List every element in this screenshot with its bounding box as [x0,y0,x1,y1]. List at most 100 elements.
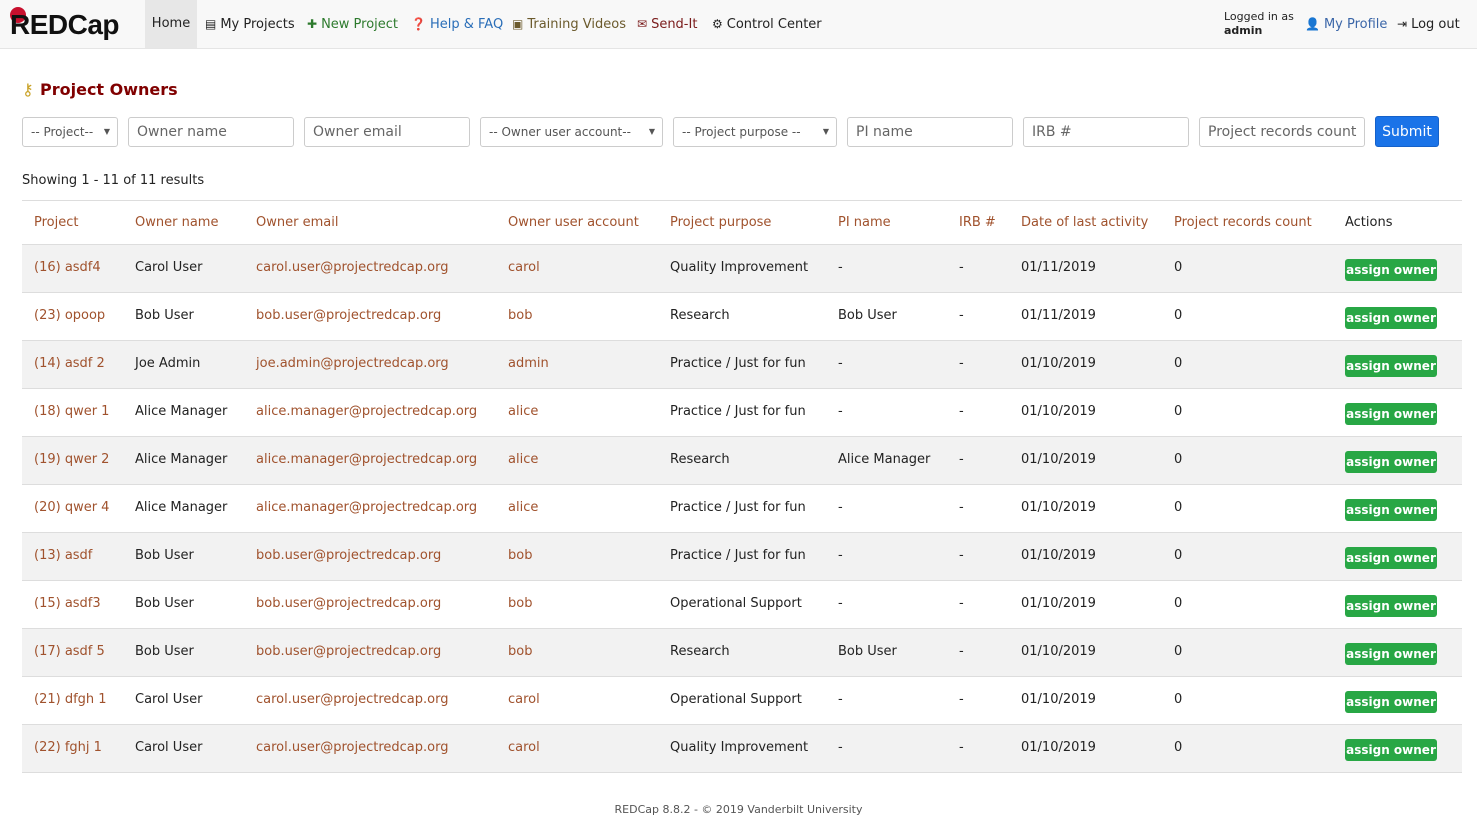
header-owner-account[interactable]: Owner user account [508,201,639,244]
header-project-purpose[interactable]: Project purpose [670,201,771,244]
owner-email-input[interactable]: Owner email [304,117,470,147]
row-project-purpose: Practice / Just for fun [670,500,806,515]
row-records-count: 0 [1174,644,1183,659]
row-pi-name: - [838,692,843,707]
assign-owner-button[interactable]: assign owner [1345,643,1437,665]
row-project-link[interactable]: (20) qwer 4 [34,485,109,532]
row-project-link[interactable]: (14) asdf 2 [34,341,105,388]
row-owner-account-link[interactable]: alice [508,437,538,484]
assign-owner-button[interactable]: assign owner [1345,499,1437,521]
row-project-link[interactable]: (19) qwer 2 [34,437,109,484]
row-pi-name: - [838,404,843,419]
nav-training-videos[interactable]: ▣ Training Videos [512,0,626,48]
nav-help-label: Help & FAQ [429,17,504,32]
results-count: Showing 1 - 11 of 11 results [22,173,205,188]
assign-owner-button[interactable]: assign owner [1345,307,1437,329]
row-project-link[interactable]: (15) asdf3 [34,581,101,628]
project-select[interactable]: -- Project-- ▼ [22,117,118,147]
row-owner-account-link[interactable]: bob [508,293,532,340]
row-owner-email-link[interactable]: carol.user@projectredcap.org [256,677,448,724]
nav-control-center[interactable]: ⚙ Control Center [712,0,822,48]
row-owner-account-link[interactable]: bob [508,581,532,628]
assign-owner-button[interactable]: assign owner [1345,259,1437,281]
envelope-icon: ✉ [637,17,648,31]
row-project-link[interactable]: (22) fghj 1 [34,725,102,772]
row-owner-email-link[interactable]: joe.admin@projectredcap.org [256,341,449,388]
row-owner-account-link[interactable]: admin [508,341,549,388]
nav-my-profile[interactable]: 👤 My Profile [1305,0,1387,48]
table-row: (16) asdf4 Carol User carol.user@projectre… [22,245,1462,293]
row-owner-email-link[interactable]: bob.user@projectredcap.org [256,533,441,580]
row-owner-email-link[interactable]: bob.user@projectredcap.org [256,629,441,676]
nav-my-projects[interactable]: ▤ My Projects [205,0,295,48]
row-project-link[interactable]: (13) asdf [34,533,92,580]
nav-log-out[interactable]: ⇥ Log out [1397,0,1460,48]
pi-name-input[interactable]: PI name [847,117,1013,147]
records-count-input[interactable]: Project records count [1199,117,1365,147]
assign-owner-button[interactable]: assign owner [1345,355,1437,377]
row-owner-account-link[interactable]: carol [508,245,540,292]
footer: REDCap 8.8.2 - © 2019 Vanderbilt Univers… [614,803,863,816]
header-owner-email[interactable]: Owner email [256,201,338,244]
row-owner-email-link[interactable]: bob.user@projectredcap.org [256,581,441,628]
row-owner-email-link[interactable]: bob.user@projectredcap.org [256,293,441,340]
row-records-count: 0 [1174,308,1183,323]
owner-name-input[interactable]: Owner name [128,117,294,147]
header-owner-name[interactable]: Owner name [135,201,218,244]
assign-owner-button[interactable]: assign owner [1345,403,1437,425]
row-project-link[interactable]: (18) qwer 1 [34,389,109,436]
row-owner-name: Bob User [135,308,194,323]
table-row: (19) qwer 2 Alice Manager alice.manager@pr… [22,437,1462,485]
table-body: (16) asdf4 Carol User carol.user@projectre… [22,245,1462,773]
row-owner-account-link[interactable]: alice [508,485,538,532]
header-pi-name[interactable]: PI name [838,201,891,244]
row-owner-email-link[interactable]: alice.manager@projectredcap.org [256,389,477,436]
row-owner-email-link[interactable]: alice.manager@projectredcap.org [256,485,477,532]
irb-input[interactable]: IRB # [1023,117,1189,147]
owners-table: Project Owner name Owner email Owner use… [22,200,1462,773]
nav-new-project[interactable]: ✚ New Project [307,0,398,48]
user-icon: 👤 [1305,17,1320,31]
header-last-activity[interactable]: Date of last activity [1021,201,1148,244]
row-owner-account-link[interactable]: alice [508,389,538,436]
row-owner-account-link[interactable]: bob [508,533,532,580]
header-records-count[interactable]: Project records count [1174,201,1312,244]
header-irb[interactable]: IRB # [959,201,996,244]
row-project-link[interactable]: (21) dfgh 1 [34,677,107,724]
redcap-logo[interactable]: REDCap [10,7,130,43]
header-actions: Actions [1345,215,1393,230]
row-project-link[interactable]: (23) opoop [34,293,105,340]
row-project-link[interactable]: (16) asdf4 [34,245,101,292]
table-row: (23) opoop Bob User bob.user@projectredcap… [22,293,1462,341]
row-owner-email-link[interactable]: carol.user@projectredcap.org [256,725,448,772]
table-row: (14) asdf 2 Joe Admin joe.admin@projectred… [22,341,1462,389]
row-irb: - [959,644,964,659]
row-pi-name: - [838,740,843,755]
nav-home[interactable]: Home [145,0,197,48]
row-irb: - [959,260,964,275]
row-owner-name: Joe Admin [135,356,201,371]
row-owner-account-link[interactable]: bob [508,629,532,676]
row-owner-account-link[interactable]: carol [508,677,540,724]
project-purpose-select[interactable]: -- Project purpose -- ▼ [673,117,837,147]
owner-account-select[interactable]: -- Owner user account-- ▼ [480,117,663,147]
header-project[interactable]: Project [34,201,78,244]
nav-training-label: Training Videos [527,17,626,32]
row-owner-account-link[interactable]: carol [508,725,540,772]
row-records-count: 0 [1174,596,1183,611]
row-project-link[interactable]: (17) asdf 5 [34,629,105,676]
row-owner-email-link[interactable]: alice.manager@projectredcap.org [256,437,477,484]
row-owner-email-link[interactable]: carol.user@projectredcap.org [256,245,448,292]
nav-send-it[interactable]: ✉ Send-It [637,0,697,48]
row-records-count: 0 [1174,548,1183,563]
row-owner-name: Carol User [135,740,203,755]
submit-button[interactable]: Submit [1375,116,1439,147]
assign-owner-button[interactable]: assign owner [1345,691,1437,713]
assign-owner-button[interactable]: assign owner [1345,739,1437,761]
logo-text: REDCap [10,9,120,40]
row-owner-name: Alice Manager [135,452,228,467]
assign-owner-button[interactable]: assign owner [1345,595,1437,617]
nav-help[interactable]: ❓ Help & FAQ [411,0,503,48]
assign-owner-button[interactable]: assign owner [1345,451,1437,473]
assign-owner-button[interactable]: assign owner [1345,547,1437,569]
